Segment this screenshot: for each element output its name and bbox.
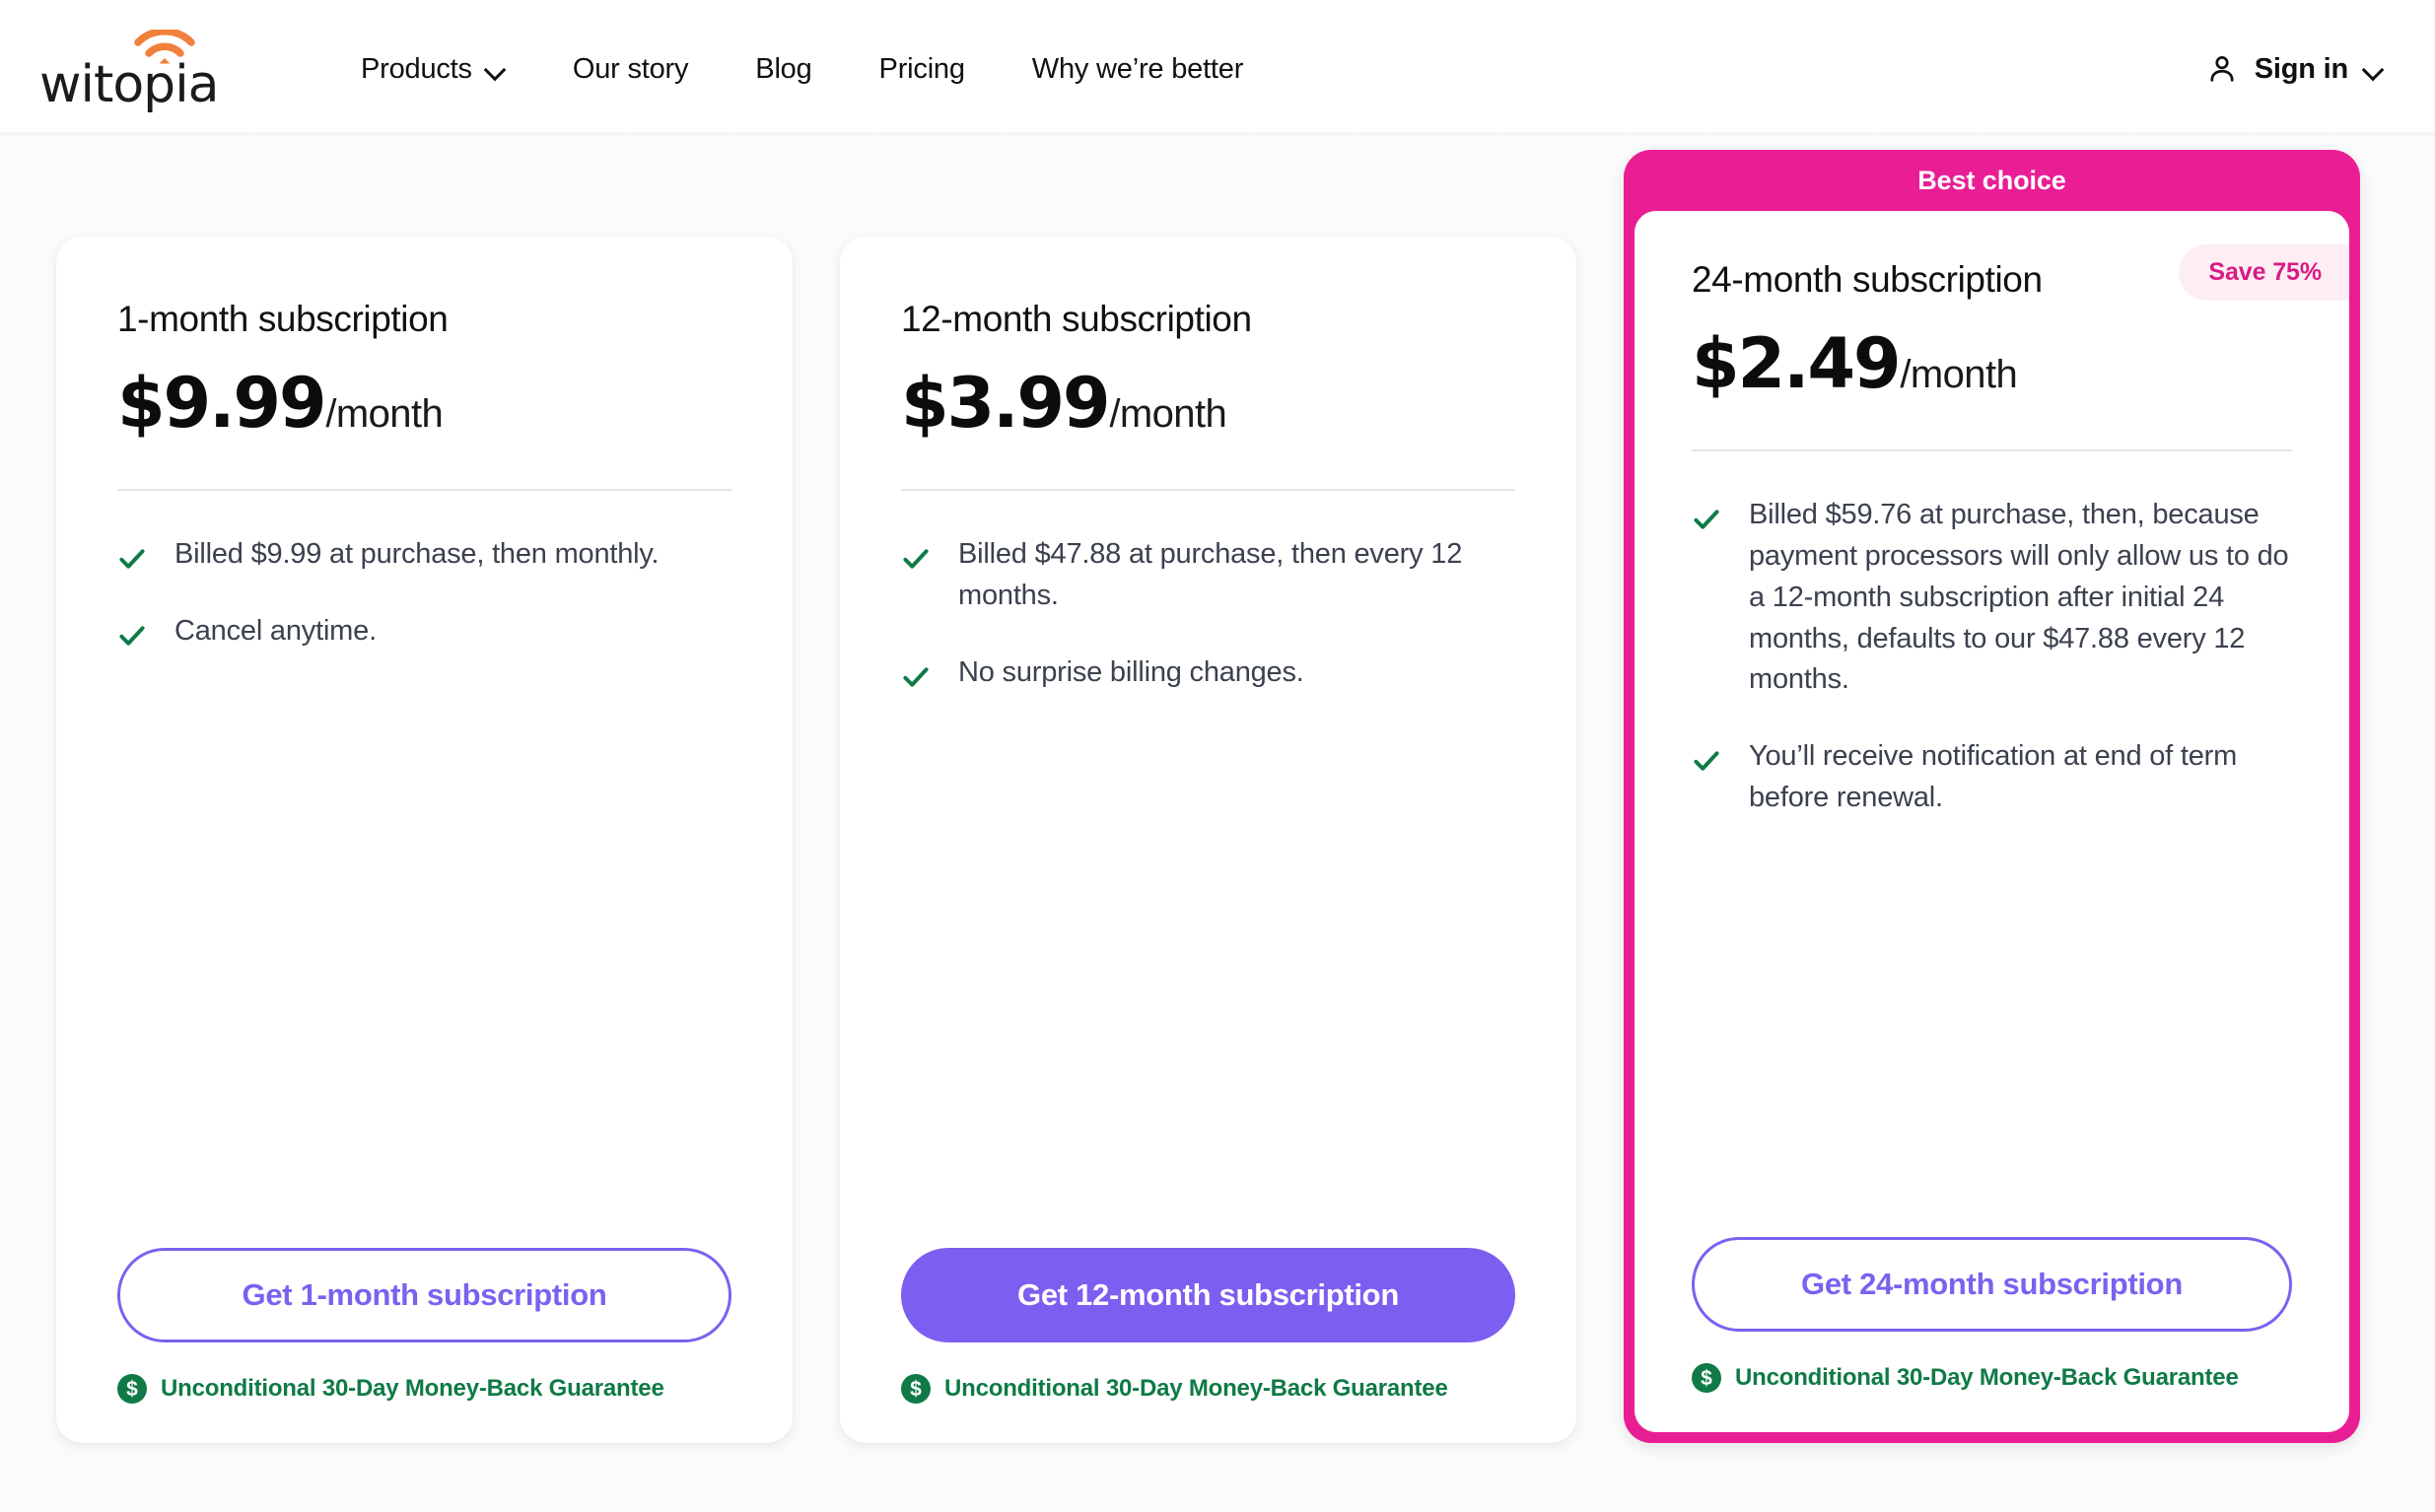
- check-icon: [1694, 510, 1719, 530]
- feature-list: Billed $9.99 at purchase, then monthly. …: [117, 534, 731, 653]
- best-choice-banner: Best choice: [1917, 165, 2066, 195]
- dollar-circle-icon: $: [117, 1374, 147, 1404]
- check-icon: [903, 667, 929, 687]
- price-row: $9.99 /month: [117, 363, 731, 444]
- divider: [901, 489, 1515, 492]
- feature-item: No surprise billing changes.: [901, 653, 1515, 694]
- check-icon: [119, 626, 145, 647]
- check-icon: [1694, 751, 1719, 771]
- price-amount: $3.99: [901, 363, 1111, 445]
- price-amount: $2.49: [1692, 323, 1902, 405]
- check-icon: [119, 549, 145, 570]
- sign-in-button[interactable]: Sign in: [2205, 52, 2394, 86]
- get-24-month-subscription-button[interactable]: Get 24-month subscription: [1692, 1237, 2292, 1332]
- pricing-card-24-month: Best choice Save 75% 24-month subscripti…: [1624, 150, 2360, 1443]
- nav-item-why-were-better[interactable]: Why we’re better: [999, 43, 1277, 96]
- nav-label: Products: [361, 52, 472, 85]
- sign-in-label: Sign in: [2254, 52, 2348, 85]
- feature-text: Billed $9.99 at purchase, then monthly.: [174, 538, 660, 571]
- dollar-circle-icon: $: [901, 1374, 931, 1404]
- nav-label: Blog: [755, 52, 812, 85]
- nav-label: Pricing: [878, 52, 965, 85]
- divider: [117, 489, 731, 492]
- site-header: witopia Products Our story Blog Pricing …: [0, 0, 2435, 138]
- guarantee-label: Unconditional 30-Day Money-Back Guarante…: [161, 1375, 664, 1402]
- feature-text: You’ll receive notification at end of te…: [1749, 740, 2238, 813]
- price-period: /month: [325, 392, 444, 437]
- price-period: /month: [1900, 353, 2018, 397]
- main-nav: Products Our story Blog Pricing Why we’r…: [327, 43, 1277, 96]
- get-1-month-subscription-button[interactable]: Get 1-month subscription: [117, 1248, 731, 1342]
- feature-list: Billed $47.88 at purchase, then every 12…: [901, 534, 1515, 694]
- feature-text: No surprise billing changes.: [958, 655, 1304, 688]
- feature-text: Billed $47.88 at purchase, then every 12…: [958, 538, 1463, 612]
- guarantee: $ Unconditional 30-Day Money-Back Guaran…: [1692, 1363, 2292, 1393]
- divider: [1692, 449, 2292, 452]
- check-icon: [903, 549, 929, 570]
- feature-item: Billed $59.76 at purchase, then, because…: [1692, 495, 2292, 701]
- feature-item: You’ll receive notification at end of te…: [1692, 736, 2292, 819]
- dollar-circle-icon: $: [1692, 1363, 1721, 1393]
- price-period: /month: [1109, 392, 1227, 437]
- user-icon: [2210, 56, 2234, 82]
- nav-item-products[interactable]: Products: [327, 43, 539, 96]
- nav-item-blog[interactable]: Blog: [722, 43, 845, 96]
- get-12-month-subscription-button[interactable]: Get 12-month subscription: [901, 1248, 1515, 1342]
- nav-item-our-story[interactable]: Our story: [539, 43, 722, 96]
- pricing-card-12-month: 12-month subscription $3.99 /month Bille…: [840, 237, 1576, 1443]
- chevron-down-icon: [486, 61, 506, 81]
- price-row: $2.49 /month: [1692, 323, 2292, 404]
- feature-item: Cancel anytime.: [117, 611, 731, 653]
- guarantee: $ Unconditional 30-Day Money-Back Guaran…: [117, 1374, 731, 1404]
- card-title: 1-month subscription: [117, 299, 449, 339]
- feature-text: Billed $59.76 at purchase, then, because…: [1749, 499, 2289, 696]
- pricing-card-1-month: 1-month subscription $9.99 /month Billed…: [56, 237, 793, 1443]
- feature-item: Billed $47.88 at purchase, then every 12…: [901, 534, 1515, 617]
- nav-label: Why we’re better: [1031, 52, 1244, 85]
- feature-list: Billed $59.76 at purchase, then, because…: [1692, 495, 2292, 818]
- chevron-down-icon: [2364, 61, 2384, 81]
- featured-card-body: Save 75% 24-month subscription $2.49 /mo…: [1635, 211, 2349, 1432]
- feature-text: Cancel anytime.: [174, 615, 377, 648]
- save-badge: Save 75%: [2179, 244, 2349, 301]
- guarantee-label: Unconditional 30-Day Money-Back Guarante…: [944, 1375, 1448, 1402]
- nav-item-pricing[interactable]: Pricing: [846, 43, 999, 96]
- guarantee: $ Unconditional 30-Day Money-Back Guaran…: [901, 1374, 1515, 1404]
- card-title: 12-month subscription: [901, 299, 1252, 339]
- price-row: $3.99 /month: [901, 363, 1515, 444]
- pricing-cards: 1-month subscription $9.99 /month Billed…: [0, 138, 2435, 1443]
- logo[interactable]: witopia: [39, 22, 219, 116]
- feature-item: Billed $9.99 at purchase, then monthly.: [117, 534, 731, 576]
- price-amount: $9.99: [117, 363, 327, 445]
- guarantee-label: Unconditional 30-Day Money-Back Guarante…: [1735, 1364, 2239, 1391]
- wifi-icon: [134, 30, 195, 64]
- nav-label: Our story: [572, 52, 689, 85]
